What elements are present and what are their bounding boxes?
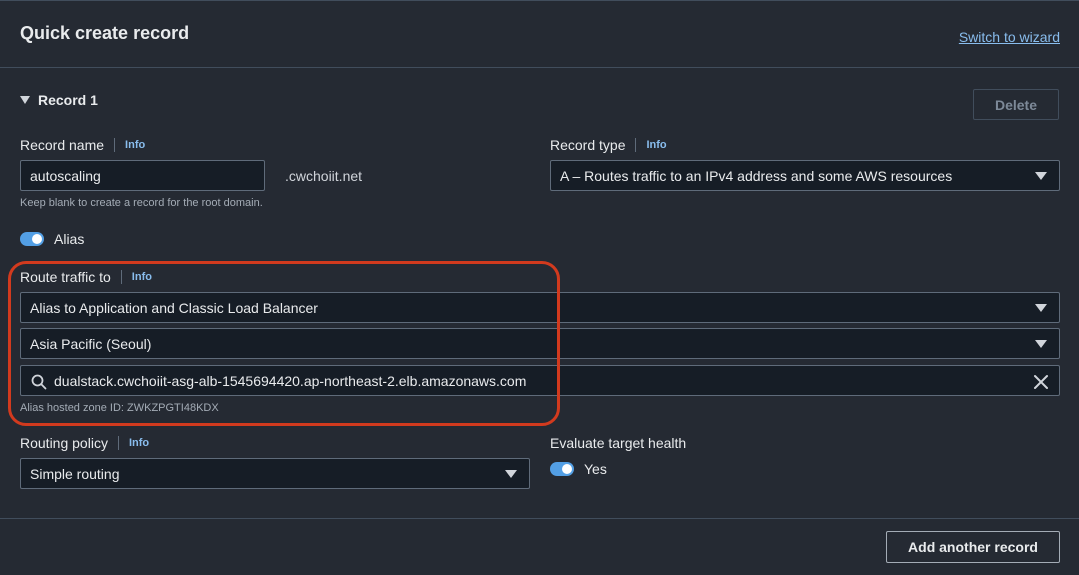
divider [117, 436, 119, 450]
record-name-info-link[interactable]: Info [125, 139, 145, 151]
divider [635, 138, 637, 152]
load-balancer-search-input[interactable]: dualstack.cwchoiit-asg-alb-1545694420.ap… [20, 365, 1060, 396]
record-type-value: A – Routes traffic to an IPv4 address an… [560, 167, 953, 184]
record-type-info-link[interactable]: Info [646, 139, 666, 151]
alias-toggle-row: Alias [20, 231, 84, 247]
alias-toggle[interactable] [20, 232, 44, 246]
evaluate-health-toggle-label: Yes [584, 461, 607, 477]
record-type-label-row: Record type Info [550, 137, 667, 153]
record-type-select[interactable]: A – Routes traffic to an IPv4 address an… [550, 160, 1060, 191]
evaluate-health-toggle[interactable] [550, 462, 574, 476]
route-traffic-label-row: Route traffic to Info [20, 269, 152, 285]
search-icon [31, 374, 47, 390]
record-type-label: Record type [550, 137, 626, 153]
endpoint-value: Alias to Application and Classic Load Ba… [30, 299, 318, 316]
routing-policy-label-row: Routing policy Info [20, 435, 149, 451]
domain-suffix: .cwchoiit.net [285, 168, 363, 184]
dropdown-arrow-icon [1035, 304, 1047, 312]
region-value: Asia Pacific (Seoul) [30, 335, 152, 352]
dropdown-arrow-icon [1035, 340, 1047, 348]
endpoint-select[interactable]: Alias to Application and Classic Load Ba… [20, 292, 1060, 323]
panel-header: Quick create record Switch to wizard [0, 1, 1079, 68]
record-name-hint: Keep blank to create a record for the ro… [20, 197, 263, 209]
record-name-label: Record name [20, 137, 105, 153]
evaluate-health-toggle-row: Yes [550, 461, 607, 477]
dropdown-arrow-icon [505, 470, 517, 478]
routing-policy-info-link[interactable]: Info [129, 437, 149, 449]
caret-down-icon [20, 96, 30, 104]
divider [120, 270, 122, 284]
delete-button[interactable]: Delete [973, 89, 1059, 120]
region-select[interactable]: Asia Pacific (Seoul) [20, 328, 1060, 359]
add-another-record-button[interactable]: Add another record [886, 531, 1060, 563]
record-name-label-row: Record name Info [20, 137, 145, 153]
alias-hosted-zone-hint: Alias hosted zone ID: ZWKZPGTI48KDX [20, 402, 219, 414]
route-traffic-label: Route traffic to [20, 269, 111, 285]
divider [114, 138, 116, 152]
footer-divider [0, 518, 1079, 519]
routing-policy-select[interactable]: Simple routing [20, 458, 530, 489]
record-section-label: Record 1 [38, 92, 98, 108]
alias-label: Alias [54, 231, 85, 247]
close-icon[interactable] [1033, 374, 1049, 390]
record-name-input[interactable]: autoscaling [20, 160, 265, 191]
load-balancer-value: dualstack.cwchoiit-asg-alb-1545694420.ap… [54, 372, 527, 389]
evaluate-health-label: Evaluate target health [550, 435, 687, 451]
record-name-value: autoscaling [30, 167, 101, 184]
routing-policy-value: Simple routing [30, 465, 120, 482]
dropdown-arrow-icon [1035, 172, 1047, 180]
page-title: Quick create record [20, 23, 190, 43]
switch-to-wizard-link[interactable]: Switch to wizard [959, 29, 1060, 45]
routing-policy-label: Routing policy [20, 435, 108, 451]
route-traffic-info-link[interactable]: Info [132, 271, 152, 283]
quick-create-panel: Quick create record Switch to wizard Rec… [0, 0, 1079, 575]
record-section-toggle[interactable]: Record 1 [20, 92, 98, 108]
